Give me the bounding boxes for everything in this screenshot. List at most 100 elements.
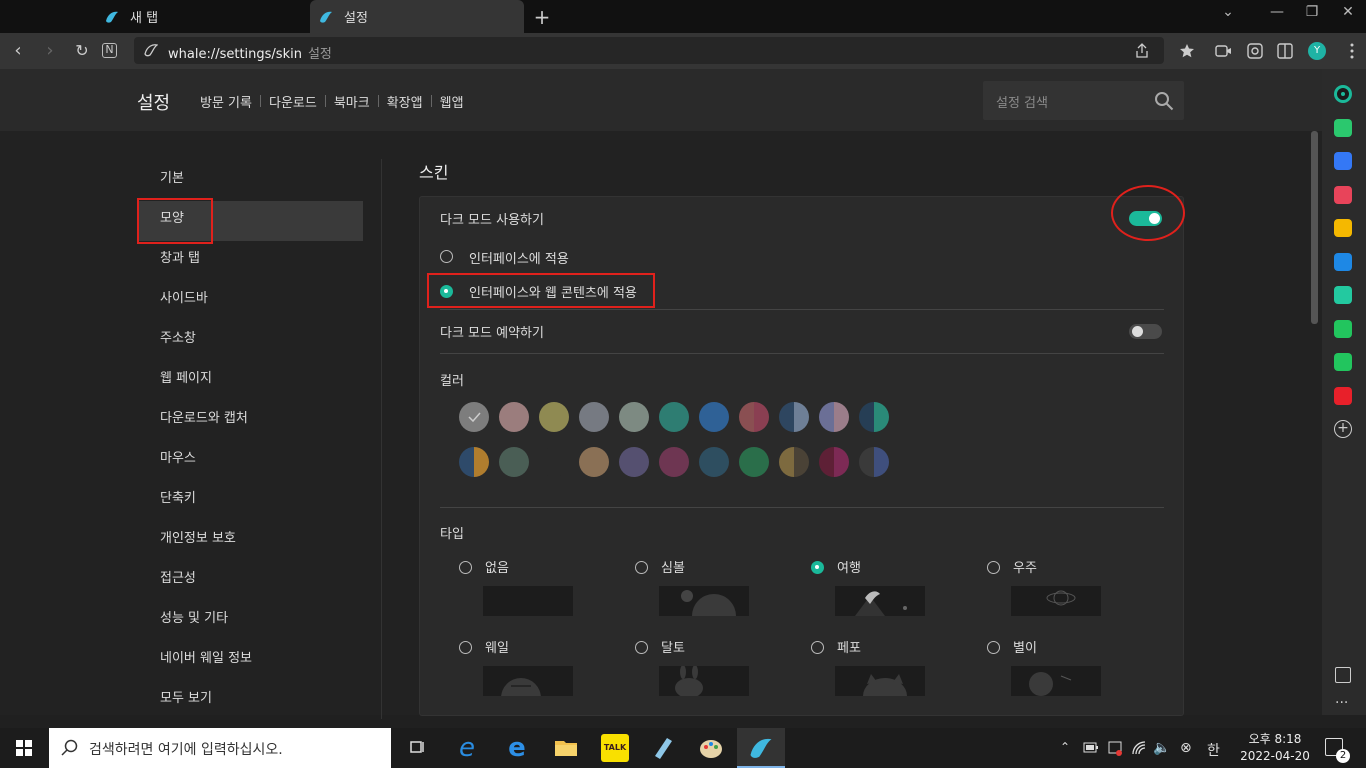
new-tab-button[interactable]: + [532,5,552,29]
type-radio[interactable] [987,641,1000,654]
type-radio[interactable] [459,561,472,574]
more-icon[interactable]: ··· [1335,695,1348,711]
sidebar-item[interactable]: 성능 및 기타 [137,601,363,641]
type-thumbnail[interactable] [835,666,925,696]
battery-icon[interactable] [1083,742,1099,753]
toolbox-icon[interactable] [1334,152,1352,170]
naver-icon[interactable]: N [102,43,117,58]
kakaotalk-icon[interactable]: TALK [601,734,629,762]
sidebar-item[interactable]: 마우스 [137,441,363,481]
sidebar-item[interactable]: 사이드바 [137,281,363,321]
sidebar-item[interactable]: 주소창 [137,321,363,361]
sidebar-item[interactable]: 모두 보기 [137,681,363,721]
favorites-icon[interactable] [1178,42,1196,60]
apply-interface-radio[interactable] [440,250,453,263]
type-thumbnail[interactable] [659,586,749,616]
sidebar-item[interactable]: 다운로드와 캡처 [137,401,363,441]
type-thumbnail[interactable] [483,666,573,696]
color-swatch[interactable] [659,447,689,477]
favorites-icon[interactable] [1334,219,1352,237]
type-thumbnail[interactable] [659,666,749,696]
color-swatch[interactable] [859,402,889,432]
type-radio[interactable] [635,641,648,654]
chat-icon[interactable] [1334,353,1352,371]
color-swatch[interactable] [859,447,889,477]
sidebar-item[interactable]: 창과 탭 [137,241,363,281]
type-radio[interactable] [635,561,648,574]
color-swatch[interactable] [779,402,809,432]
color-swatch[interactable] [619,402,649,432]
color-swatch[interactable] [499,447,529,477]
tab-list-icon[interactable]: ⌄ [1216,4,1240,20]
clock[interactable]: 오후 8:18 2022-04-20 [1240,731,1310,765]
color-swatch[interactable] [699,402,729,432]
windows-start-icon[interactable] [16,740,32,756]
task-view-icon[interactable] [403,734,431,762]
back-icon[interactable]: ‹ [8,41,28,61]
taskbar-search[interactable]: 검색하려면 여기에 입력하십시오. [49,728,391,768]
whale-space-icon[interactable] [1337,88,1349,100]
taskbar-active-app[interactable] [737,728,785,768]
schedule-toggle[interactable] [1129,324,1162,339]
sidebar-item[interactable]: 기본 [137,161,363,201]
color-swatch[interactable] [539,447,569,477]
nav-history[interactable]: 방문 기록 [200,92,260,111]
capture-icon[interactable] [1246,42,1264,60]
nav-webapps[interactable]: 웹앱 [432,92,472,111]
forward-icon[interactable]: › [40,41,60,61]
translate-icon[interactable] [1334,252,1352,271]
ime-indicator[interactable]: 한 [1207,740,1220,760]
paint-icon[interactable] [697,734,725,762]
color-swatch[interactable] [619,447,649,477]
now-icon[interactable] [1334,386,1352,405]
color-swatch[interactable] [499,402,529,432]
file-explorer-icon[interactable] [552,734,580,762]
notification-icon[interactable] [1334,118,1352,137]
edge-icon[interactable]: e [503,734,531,762]
nav-bookmarks[interactable]: 북마크 [326,92,378,111]
search-input[interactable]: 설정 검색 [996,92,1048,111]
open-external-icon[interactable] [1335,667,1351,683]
sidebar-item[interactable]: 웹 페이지 [137,361,363,401]
share-icon[interactable] [1135,43,1149,58]
close-icon[interactable]: ✕ [1336,4,1360,20]
nav-extensions[interactable]: 확장앱 [379,92,431,111]
color-swatch[interactable] [579,402,609,432]
reload-icon[interactable]: ↻ [72,41,92,61]
minimize-icon[interactable]: — [1265,4,1289,20]
color-swatch[interactable] [459,402,489,432]
split-view-icon[interactable] [1276,42,1294,60]
wifi-icon[interactable] [1131,740,1147,756]
sidebar-item[interactable]: 단축키 [137,481,363,521]
close-circle-icon[interactable]: ⊗ [1180,740,1192,756]
color-swatch[interactable] [819,402,849,432]
search-icon[interactable] [1154,91,1174,111]
color-swatch[interactable] [739,402,769,432]
notification-icon[interactable]: 2 [1325,738,1350,763]
security-icon[interactable] [1107,740,1123,756]
color-swatch[interactable] [779,447,809,477]
type-thumbnail[interactable] [835,586,925,616]
color-swatch[interactable] [699,447,729,477]
volume-icon[interactable]: 🔈 [1153,740,1170,756]
notepad-icon[interactable] [649,734,677,762]
type-radio[interactable] [811,641,824,654]
color-swatch[interactable] [739,447,769,477]
media-icon[interactable] [1214,42,1232,60]
add-icon[interactable]: + [1334,420,1352,438]
type-radio[interactable] [987,561,1000,574]
sidebar-item[interactable]: 개인정보 보호 [137,521,363,561]
game-icon[interactable] [1334,319,1352,338]
type-radio[interactable] [459,641,472,654]
type-thumbnail[interactable] [483,586,573,616]
chevron-up-icon[interactable]: ⌃ [1060,740,1070,754]
color-swatch[interactable] [539,402,569,432]
color-swatch[interactable] [659,402,689,432]
tab-settings[interactable]: 설정 [310,0,524,33]
restore-icon[interactable]: ❐ [1300,4,1324,20]
pocket-icon[interactable] [1334,185,1352,204]
color-swatch[interactable] [459,447,489,477]
video-icon[interactable] [1334,286,1352,304]
sidebar-item[interactable]: 네이버 웨일 정보 [137,641,363,681]
taskbar-search-input[interactable]: 검색하려면 여기에 입력하십시오. [89,739,283,759]
